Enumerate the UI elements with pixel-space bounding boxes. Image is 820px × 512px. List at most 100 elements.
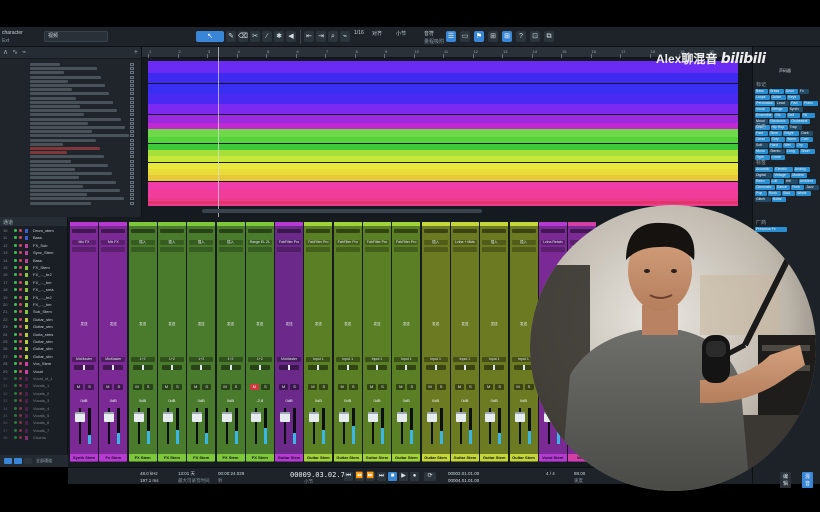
tag-chip[interactable]: Percussion xyxy=(755,101,775,106)
inspector-checkbox[interactable] xyxy=(130,109,134,113)
tag-chip[interactable]: Dry xyxy=(796,143,809,148)
eraser-tool-button[interactable]: ⌫ xyxy=(238,31,248,42)
mix-page-button[interactable]: 混音 xyxy=(802,472,814,488)
inspector-checkbox[interactable] xyxy=(130,84,134,87)
input-selector[interactable] xyxy=(335,229,360,233)
visible-toggle-icon[interactable] xyxy=(14,288,17,292)
volume-fader[interactable] xyxy=(162,412,173,422)
wave-icon[interactable]: ∿ xyxy=(12,49,18,56)
visible-toggle-icon[interactable] xyxy=(14,251,17,255)
show-inputs-button[interactable] xyxy=(14,458,22,464)
solo-button[interactable]: S xyxy=(202,384,212,390)
record-toggle-icon[interactable] xyxy=(19,362,22,366)
insert-slot[interactable]: 插入 xyxy=(423,240,448,245)
send-label[interactable]: 发送 xyxy=(480,322,508,327)
send-label[interactable]: 发送 xyxy=(334,322,362,327)
channel-row[interactable]: 28 Vox_Stem xyxy=(0,361,68,367)
record-toggle-icon[interactable] xyxy=(19,399,22,403)
input-selector[interactable] xyxy=(452,229,477,233)
solo-button[interactable]: S xyxy=(260,384,270,390)
volume-fader[interactable] xyxy=(192,412,203,422)
loop-start[interactable]: 00002.01.01.00 xyxy=(448,471,479,476)
mute-button[interactable]: M xyxy=(279,384,289,390)
visible-toggle-icon[interactable] xyxy=(14,421,17,425)
visible-toggle-icon[interactable] xyxy=(14,325,17,329)
insert-slot[interactable]: FabFilter Pro xyxy=(365,240,389,245)
tag-chip[interactable]: Soft xyxy=(755,143,769,148)
visible-toggle-icon[interactable] xyxy=(14,369,17,373)
inspector-checkbox[interactable] xyxy=(130,147,134,150)
insert-slot[interactable] xyxy=(72,247,96,252)
visible-toggle-icon[interactable] xyxy=(14,414,17,417)
mute-button[interactable]: M xyxy=(484,384,494,390)
solo-button[interactable]: S xyxy=(348,384,358,390)
inspector-row[interactable] xyxy=(30,159,71,163)
output-route[interactable]: MixMaster xyxy=(277,357,302,362)
split-tool-button[interactable]: ✂ xyxy=(250,31,260,42)
inspector-row[interactable] xyxy=(30,117,121,121)
inspector-checkbox[interactable] xyxy=(130,117,134,121)
audio-clip[interactable] xyxy=(148,201,738,204)
inspector-checkbox[interactable] xyxy=(130,88,134,92)
inspector-checkbox[interactable] xyxy=(130,159,134,163)
send-label[interactable]: 发送 xyxy=(158,322,186,327)
snap-left-button[interactable]: ⇤ xyxy=(304,31,314,42)
volume-fader[interactable] xyxy=(221,412,232,422)
record-toggle-icon[interactable] xyxy=(19,354,22,358)
record-toggle-icon[interactable] xyxy=(19,236,22,240)
tag-chip[interactable]: Electric xyxy=(774,167,793,172)
insert-slot[interactable]: Range EL 2L xyxy=(247,240,272,245)
inspector-row[interactable] xyxy=(30,189,120,192)
record-toggle-icon[interactable] xyxy=(19,325,22,329)
inspector-checkbox[interactable] xyxy=(130,197,134,201)
output-route[interactable]: Input 1 xyxy=(365,357,389,362)
insert-slot[interactable] xyxy=(306,247,331,252)
tag-chip[interactable]: Guitar xyxy=(770,95,787,100)
send-label[interactable]: 发送 xyxy=(187,322,215,327)
visible-toggle-icon[interactable] xyxy=(14,273,17,277)
rewind-start-button[interactable]: ⏮ xyxy=(344,472,353,481)
tag-chip[interactable]: Strings xyxy=(770,107,788,112)
tag-chip[interactable]: Vintage xyxy=(773,173,791,178)
tag-chip[interactable]: Slow xyxy=(769,131,783,136)
inspector-row[interactable] xyxy=(30,147,100,150)
tag-chip[interactable]: Dirty xyxy=(770,137,785,142)
audio-clip[interactable] xyxy=(148,61,738,73)
visible-toggle-icon[interactable] xyxy=(14,332,17,336)
send-label[interactable]: 发送 xyxy=(422,322,450,327)
record-toggle-icon[interactable] xyxy=(19,377,22,380)
record-toggle-icon[interactable] xyxy=(19,391,22,395)
show-outputs-button[interactable] xyxy=(24,458,32,464)
mute-button[interactable]: M xyxy=(308,384,318,390)
record-toggle-icon[interactable] xyxy=(19,229,22,232)
input-selector[interactable] xyxy=(365,229,389,233)
send-label[interactable]: 发送 xyxy=(451,322,479,327)
output-route[interactable]: Input 1 xyxy=(452,357,477,362)
tag-chip[interactable]: Trap xyxy=(788,125,802,130)
volume-fader[interactable] xyxy=(280,412,291,422)
tag-chip[interactable]: Keys xyxy=(787,95,801,100)
channel-name-label[interactable]: Guitar Stem xyxy=(509,454,538,461)
inspector-row[interactable] xyxy=(30,163,108,167)
inspector-row[interactable] xyxy=(30,63,60,66)
input-selector[interactable] xyxy=(394,229,419,233)
inspector-checkbox[interactable] xyxy=(130,151,134,155)
tag-chip[interactable]: Jazz xyxy=(805,185,819,190)
input-selector[interactable] xyxy=(189,229,214,233)
forward-button[interactable]: ⏩ xyxy=(366,472,375,481)
channel-row[interactable]: 16 FX_..._br2 xyxy=(0,272,68,278)
tag-chip[interactable]: Analog xyxy=(793,167,810,172)
tag-chip[interactable]: Hard xyxy=(769,143,783,148)
visible-toggle-icon[interactable] xyxy=(14,347,17,351)
solo-button[interactable]: S xyxy=(114,384,124,390)
line-tool-button[interactable]: ∕ xyxy=(262,31,272,42)
inspector-checkbox[interactable] xyxy=(130,180,134,184)
record-toggle-icon[interactable] xyxy=(19,273,22,277)
tag-chip[interactable]: Pad xyxy=(790,101,803,106)
tag-chip[interactable]: Vocal xyxy=(755,107,770,112)
insert-slot[interactable]: Mix FX xyxy=(72,240,96,245)
mute-button[interactable]: M xyxy=(161,384,171,390)
volume-fader[interactable] xyxy=(338,412,349,422)
volume-fader[interactable] xyxy=(309,412,320,422)
inspector-checkbox[interactable] xyxy=(130,92,134,96)
